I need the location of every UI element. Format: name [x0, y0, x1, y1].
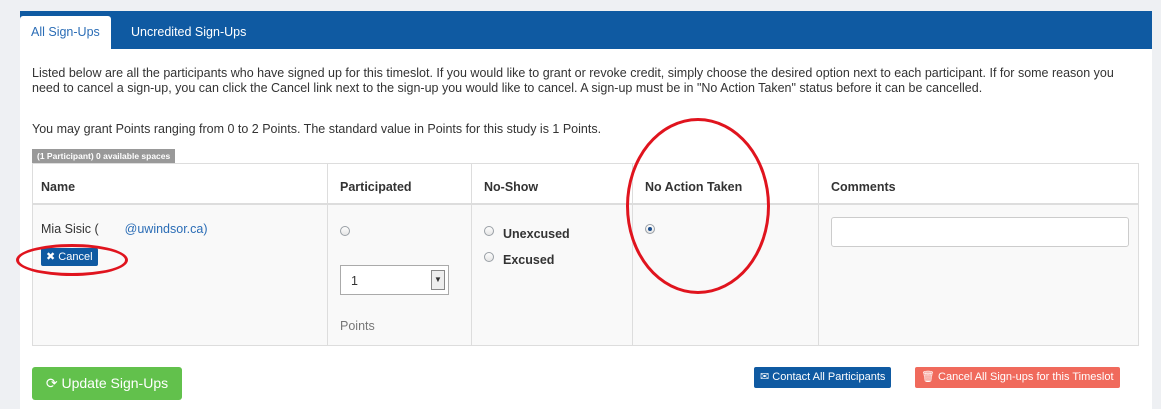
update-signups-button[interactable]: ⟳ Update Sign-Ups [32, 367, 182, 400]
header-noshow: No-Show [484, 180, 539, 194]
participants-badge: (1 Participant) 0 available spaces [32, 149, 176, 163]
refresh-icon: ⟳ [45, 375, 58, 391]
envelope-icon: ✉ [760, 371, 770, 383]
points-select[interactable]: 1 ▼ [340, 265, 449, 295]
intro-text: Listed below are all the participants wh… [32, 66, 1114, 95]
cancel-signup-button[interactable]: ✖ Cancel [41, 248, 98, 266]
unexcused-radio[interactable] [484, 226, 494, 236]
tab-bar: All Sign-Ups Uncredited Sign-Ups [20, 11, 1152, 49]
participant-name: Mia Sisic ( @uwindsor.ca) [41, 222, 208, 236]
contact-all-participants-button[interactable]: ✉ Contact All Participants [754, 367, 892, 388]
signups-table: Name Participated No-Show No Action Take… [32, 163, 1139, 346]
close-icon: ✖ [46, 251, 56, 263]
trash-icon: 🗑 [921, 371, 935, 383]
participated-radio[interactable] [340, 226, 350, 236]
participant-name-label: Mia Sisic ( [41, 222, 99, 236]
no-action-taken-radio[interactable] [645, 224, 655, 234]
points-select-value: 1 [351, 274, 358, 288]
header-name: Name [41, 180, 76, 194]
header-no-action-taken: No Action Taken [645, 180, 743, 194]
unexcused-label: Unexcused [503, 227, 570, 241]
tab-uncredited-signups[interactable]: Uncredited Sign-Ups [120, 16, 257, 49]
header-participated: Participated [340, 180, 412, 194]
participant-email-link[interactable]: @uwindsor.ca) [125, 222, 208, 236]
points-info-text: You may grant Points ranging from 0 to 2… [32, 122, 602, 136]
header-comments: Comments [831, 180, 896, 194]
signups-panel: All Sign-Ups Uncredited Sign-Ups Listed … [20, 11, 1152, 409]
cancel-all-signups-button[interactable]: 🗑 Cancel All Sign-ups for this Timeslot [915, 367, 1120, 388]
excused-label: Excused [503, 253, 555, 267]
chevron-down-icon: ▼ [431, 270, 445, 290]
points-label: Points [340, 319, 375, 333]
excused-radio[interactable] [484, 252, 494, 262]
tab-all-signups[interactable]: All Sign-Ups [20, 16, 111, 49]
comment-input[interactable] [831, 217, 1129, 247]
